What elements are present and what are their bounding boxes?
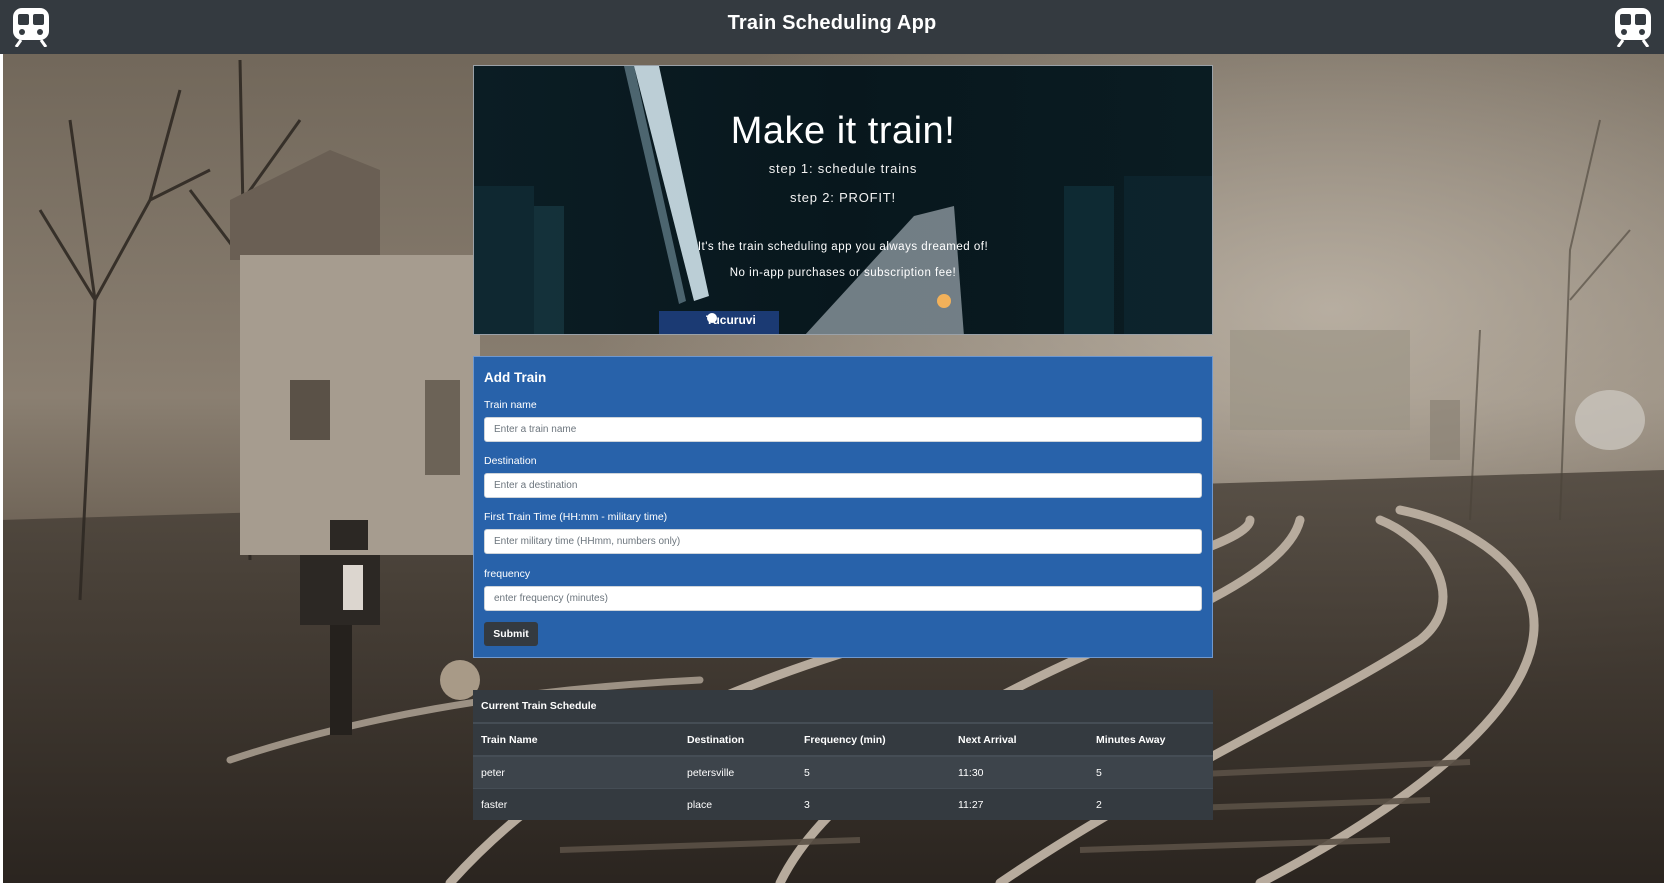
- app-title: Train Scheduling App: [727, 12, 937, 34]
- train-schedule-table: Current Train Schedule Train Name Destin…: [473, 690, 1213, 820]
- first-train-time-label: First Train Time (HH:mm - military time): [484, 511, 668, 523]
- column-header: Minutes Away: [1088, 723, 1213, 757]
- frequency-input[interactable]: [484, 586, 1202, 611]
- column-header: Train Name: [473, 723, 679, 757]
- column-header: Destination: [679, 723, 796, 757]
- frequency-label: frequency: [484, 568, 531, 580]
- station-sign: Tucuruvi: [706, 313, 756, 327]
- table-cell: place: [679, 788, 796, 820]
- table-cell: peter: [473, 755, 679, 789]
- train-icon: [1614, 7, 1652, 48]
- table-row: faster place 3 11:27 2: [473, 788, 1213, 820]
- table-cell: petersville: [679, 755, 796, 789]
- add-train-form: Add Train Train name Destination First T…: [473, 356, 1213, 658]
- form-title: Add Train: [484, 370, 547, 385]
- table-cell: 11:27: [950, 788, 1088, 820]
- hero-heading: Make it train!: [730, 110, 956, 152]
- table-cell: 5: [1088, 755, 1213, 789]
- column-header: Frequency (min): [796, 723, 950, 757]
- submit-button[interactable]: Submit: [484, 622, 538, 646]
- table-cell: faster: [473, 788, 679, 820]
- hero-lead-2: No in-app purchases or subscription fee!: [729, 267, 957, 279]
- first-train-time-input[interactable]: [484, 529, 1202, 554]
- table-cell: 3: [796, 788, 950, 820]
- hero-step-1: step 1: schedule trains: [768, 161, 918, 176]
- table-header-row: Train Name Destination Frequency (min) N…: [473, 723, 1213, 757]
- table-cell: 2: [1088, 788, 1213, 820]
- table-row: peter petersville 5 11:30 5: [473, 755, 1213, 789]
- destination-label: Destination: [484, 455, 537, 467]
- schedule-title: Current Train Schedule: [473, 690, 1213, 723]
- table-cell: 5: [796, 755, 950, 789]
- train-name-input[interactable]: [484, 417, 1202, 442]
- destination-input[interactable]: [484, 473, 1202, 498]
- top-navbar: Train Scheduling App: [0, 0, 1664, 54]
- column-header: Next Arrival: [950, 723, 1088, 757]
- hero-banner: Make it train! step 1: schedule trains s…: [473, 65, 1213, 335]
- train-name-label: Train name: [484, 399, 537, 411]
- hero-step-2: step 2: PROFIT!: [790, 190, 896, 205]
- hero-lead-1: It's the train scheduling app you always…: [697, 241, 989, 253]
- table-cell: 11:30: [950, 755, 1088, 789]
